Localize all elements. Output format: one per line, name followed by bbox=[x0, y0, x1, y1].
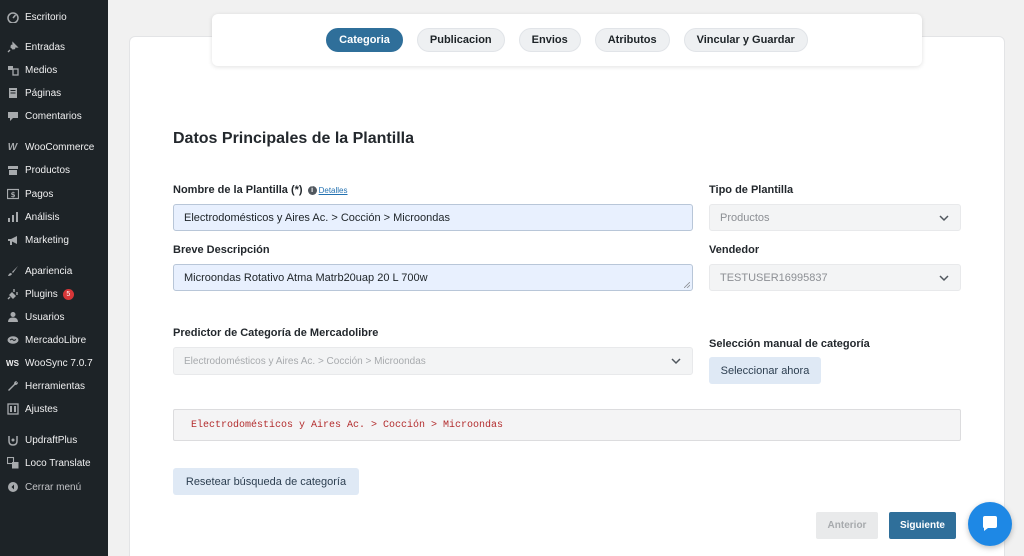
plug-icon bbox=[6, 288, 19, 301]
dollar-icon: $ bbox=[6, 188, 19, 201]
sidebar-item-loco-translate[interactable]: Loco Translate bbox=[0, 453, 108, 473]
page-title: Datos Principales de la Plantilla bbox=[173, 130, 414, 147]
media-icon bbox=[6, 64, 19, 77]
sidebar-item-plugins[interactable]: Plugins 5 bbox=[0, 284, 108, 304]
predictor-value: Electrodomésticos y Aires Ac. > Cocción … bbox=[184, 355, 426, 367]
sidebar-item-marketing[interactable]: Marketing bbox=[0, 230, 108, 250]
updraft-icon bbox=[6, 434, 19, 447]
resize-handle-icon[interactable] bbox=[684, 282, 690, 288]
chevron-down-icon bbox=[671, 358, 681, 365]
sidebar-item-entradas[interactable]: Entradas bbox=[0, 37, 108, 57]
sidebar-item-usuarios[interactable]: Usuarios bbox=[0, 307, 108, 327]
info-icon: i bbox=[307, 185, 317, 195]
sidebar-item-woosync[interactable]: WS WooSync 7.0.7 bbox=[0, 353, 108, 373]
vendedor-select[interactable]: TESTUSER16995837 bbox=[709, 264, 961, 291]
dashboard-icon bbox=[6, 11, 19, 24]
tab-vincular-y-guardar[interactable]: Vincular y Guardar bbox=[683, 28, 808, 52]
tipo-plantilla-select[interactable]: Productos bbox=[709, 204, 961, 231]
archive-icon bbox=[6, 164, 19, 177]
bar-chart-icon bbox=[6, 211, 19, 224]
svg-text:$: $ bbox=[10, 191, 15, 199]
seleccionar-ahora-button[interactable]: Seleccionar ahora bbox=[709, 357, 821, 384]
tipo-plantilla-label: Tipo de Plantilla bbox=[709, 184, 794, 196]
sidebar-item-woocommerce[interactable]: W WooCommerce bbox=[0, 137, 108, 157]
ws-icon: WS bbox=[6, 358, 19, 368]
sidebar-item-apariencia[interactable]: Apariencia bbox=[0, 261, 108, 281]
chat-bubble-icon bbox=[983, 516, 997, 531]
user-icon bbox=[6, 311, 19, 324]
woocommerce-icon: W bbox=[7, 141, 18, 153]
nombre-plantilla-input[interactable]: Electrodomésticos y Aires Ac. > Cocción … bbox=[173, 204, 693, 231]
wrench-icon bbox=[6, 380, 19, 393]
sidebar-item-pagos[interactable]: $ Pagos bbox=[0, 184, 108, 204]
sidebar-item-escritorio[interactable]: Escritorio bbox=[0, 7, 108, 27]
chat-launcher-button[interactable] bbox=[968, 502, 1012, 546]
sidebar-item-mercadolibre[interactable]: MercadoLibre bbox=[0, 330, 108, 350]
detalles-link[interactable]: Detalles bbox=[319, 186, 348, 195]
sidebar-item-productos[interactable]: Productos bbox=[0, 160, 108, 180]
predictor-categoria-select[interactable]: Electrodomésticos y Aires Ac. > Cocción … bbox=[173, 347, 693, 375]
chevron-down-icon bbox=[939, 215, 949, 222]
megaphone-icon bbox=[6, 234, 19, 247]
admin-sidebar: Escritorio Entradas Medios Páginas Comen… bbox=[0, 0, 108, 556]
page-icon bbox=[6, 87, 19, 100]
settings-icon bbox=[6, 403, 19, 416]
descripcion-label: Breve Descripción bbox=[173, 244, 270, 256]
sidebar-item-analisis[interactable]: Análisis bbox=[0, 207, 108, 227]
tab-categoria[interactable]: Categoria bbox=[326, 28, 403, 52]
category-path-display: Electrodomésticos y Aires Ac. > Cocción … bbox=[173, 409, 961, 441]
comment-icon bbox=[6, 110, 19, 123]
tab-publicacion[interactable]: Publicacion bbox=[416, 28, 505, 52]
vendedor-value: TESTUSER16995837 bbox=[720, 271, 828, 284]
tab-envios[interactable]: Envios bbox=[518, 28, 581, 52]
collapse-icon bbox=[6, 481, 19, 494]
sidebar-item-comentarios[interactable]: Comentarios bbox=[0, 106, 108, 126]
handshake-icon bbox=[6, 334, 19, 347]
seleccion-manual-label: Selección manual de categoría bbox=[709, 338, 870, 350]
tipo-plantilla-value: Productos bbox=[720, 211, 770, 224]
anterior-button[interactable]: Anterior bbox=[816, 512, 878, 539]
pin-icon bbox=[6, 41, 19, 54]
vendedor-label: Vendedor bbox=[709, 244, 760, 256]
plugins-update-badge: 5 bbox=[62, 288, 74, 300]
descripcion-value: Microondas Rotativo Atma Matrb20uap 20 L… bbox=[184, 271, 428, 284]
chevron-down-icon bbox=[939, 275, 949, 282]
sidebar-item-updraftplus[interactable]: UpdraftPlus bbox=[0, 430, 108, 450]
sidebar-item-ajustes[interactable]: Ajustes bbox=[0, 399, 108, 419]
translate-icon bbox=[6, 457, 19, 470]
wizard-tabs: Categoria Publicacion Envios Atributos V… bbox=[212, 14, 922, 66]
nombre-label: Nombre de la Plantilla (*) i Detalles bbox=[173, 184, 348, 196]
siguiente-button[interactable]: Siguiente bbox=[889, 512, 956, 539]
main-content: Categoria Publicacion Envios Atributos V… bbox=[108, 0, 1024, 556]
brush-icon bbox=[6, 265, 19, 278]
sidebar-item-medios[interactable]: Medios bbox=[0, 60, 108, 80]
sidebar-collapse-menu[interactable]: Cerrar menú bbox=[0, 477, 108, 497]
sidebar-item-paginas[interactable]: Páginas bbox=[0, 83, 108, 103]
reset-category-search-button[interactable]: Resetear búsqueda de categoría bbox=[173, 468, 359, 495]
descripcion-textarea[interactable]: Microondas Rotativo Atma Matrb20uap 20 L… bbox=[173, 264, 693, 291]
tab-atributos[interactable]: Atributos bbox=[594, 28, 670, 52]
predictor-label: Predictor de Categoría de Mercadolibre bbox=[173, 327, 379, 339]
sidebar-item-herramientas[interactable]: Herramientas bbox=[0, 376, 108, 396]
